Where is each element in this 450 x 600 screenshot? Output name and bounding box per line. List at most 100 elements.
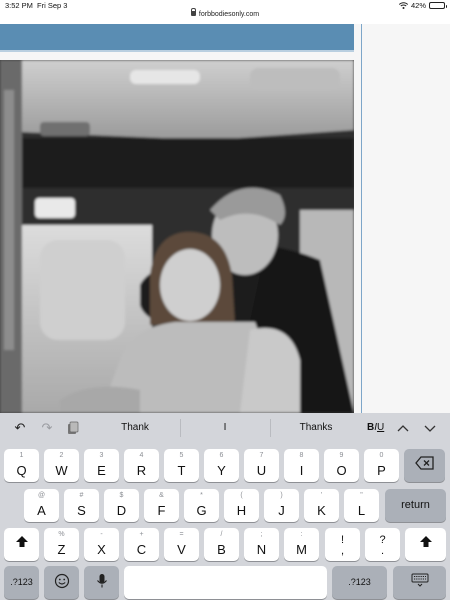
key-alt-label: 7 bbox=[259, 452, 264, 459]
key-alt-label: & bbox=[159, 492, 164, 499]
key-alt-label: ) bbox=[280, 492, 283, 499]
key-l[interactable]: " L bbox=[344, 489, 379, 522]
key-label: E bbox=[97, 463, 106, 478]
numbers-key-right[interactable]: .?123 bbox=[332, 566, 387, 599]
return-label: return bbox=[401, 499, 430, 511]
dismiss-keyboard-key[interactable] bbox=[393, 566, 446, 599]
key-alt-label: * bbox=[200, 492, 203, 499]
key-label: U bbox=[256, 463, 267, 478]
key-e[interactable]: 3E bbox=[84, 449, 119, 482]
suggestion-3[interactable]: Thanks bbox=[286, 422, 346, 433]
dictation-key[interactable] bbox=[84, 566, 119, 599]
key-label: X bbox=[97, 542, 106, 557]
key-r[interactable]: 4R bbox=[124, 449, 159, 482]
key-alt-label: ' bbox=[320, 492, 323, 499]
key-label: M bbox=[296, 542, 307, 557]
key-alt-label: " bbox=[360, 492, 363, 499]
chevron-up-icon[interactable] bbox=[396, 421, 410, 435]
key-alt-label: % bbox=[58, 531, 65, 538]
space-bar[interactable] bbox=[124, 566, 327, 599]
key-label: I bbox=[299, 463, 304, 478]
format-button[interactable]: BIU bbox=[367, 422, 384, 433]
emoji-icon bbox=[44, 573, 79, 594]
keyboard-dismiss-icon bbox=[393, 573, 446, 592]
redo-icon[interactable]: ↷ bbox=[40, 421, 54, 435]
key-alt-label: + bbox=[139, 531, 144, 538]
key-alt-label: ; bbox=[260, 531, 263, 538]
numbers-label: .?123 bbox=[10, 577, 33, 587]
key-j[interactable]: ) J bbox=[264, 489, 299, 522]
key-alt-label: - bbox=[100, 531, 103, 538]
battery-icon bbox=[429, 2, 447, 9]
key-label: Y bbox=[217, 463, 226, 478]
key-label: T bbox=[177, 463, 186, 478]
suggestion-divider bbox=[270, 419, 271, 437]
key-g[interactable]: * G bbox=[184, 489, 219, 522]
address-bar[interactable]: forbbodiesonly.com bbox=[0, 8, 450, 18]
emoji-key[interactable] bbox=[44, 566, 79, 599]
key-k[interactable]: ' K bbox=[304, 489, 339, 522]
key-f[interactable]: & F bbox=[144, 489, 179, 522]
key-alt-label: 6 bbox=[219, 452, 224, 459]
lock-icon bbox=[190, 8, 196, 16]
key-label: F bbox=[157, 503, 166, 518]
key-c[interactable]: + C bbox=[124, 528, 159, 561]
key-alt-label: ( bbox=[240, 492, 243, 499]
paste-icon[interactable] bbox=[66, 421, 80, 435]
key-u[interactable]: 7U bbox=[244, 449, 279, 482]
key-z[interactable]: % Z bbox=[44, 528, 79, 561]
key-y[interactable]: 6Y bbox=[204, 449, 239, 482]
chevron-down-icon[interactable] bbox=[423, 421, 437, 435]
key-label: O bbox=[336, 463, 347, 478]
key-label: D bbox=[116, 503, 127, 518]
key-alt-label: / bbox=[220, 531, 223, 538]
numbers-label: .?123 bbox=[348, 577, 371, 587]
key-i[interactable]: 8I bbox=[284, 449, 319, 482]
key-q[interactable]: 1Q bbox=[4, 449, 39, 482]
key-label: G bbox=[196, 503, 207, 518]
keyboard-toolbar: ↶ ↷ Thank I Thanks BIU bbox=[0, 413, 450, 442]
key-m[interactable]: :M bbox=[284, 528, 319, 561]
key-alt-label: 0 bbox=[379, 452, 384, 459]
suggestion-2[interactable]: I bbox=[195, 422, 255, 433]
key-x[interactable]: -X bbox=[84, 528, 119, 561]
numbers-key-left[interactable]: .?123 bbox=[4, 566, 39, 599]
key-v[interactable]: = V bbox=[164, 528, 199, 561]
key-alt-label: 3 bbox=[99, 452, 104, 459]
battery-percent: 42% bbox=[410, 1, 426, 10]
key-d[interactable]: $ D bbox=[104, 489, 139, 522]
delete-key[interactable] bbox=[404, 449, 445, 482]
key-o[interactable]: 9O bbox=[324, 449, 359, 482]
key-bottom-label: , bbox=[340, 545, 345, 557]
key-t[interactable]: 5T bbox=[164, 449, 199, 482]
key-alt-label: 9 bbox=[339, 452, 344, 459]
key-label: Z bbox=[57, 542, 66, 557]
question-period-key[interactable]: ? . bbox=[365, 528, 400, 561]
undo-icon[interactable]: ↶ bbox=[13, 421, 27, 435]
key-a[interactable]: @ A bbox=[24, 489, 59, 522]
photo[interactable] bbox=[0, 60, 354, 413]
key-n[interactable]: ; N bbox=[244, 528, 279, 561]
status-time: 3:52 PM bbox=[5, 1, 33, 10]
key-label: K bbox=[317, 503, 326, 518]
return-key[interactable]: return bbox=[385, 489, 446, 522]
wifi-icon bbox=[398, 2, 408, 9]
key-label: A bbox=[37, 503, 46, 518]
key-alt-label: 4 bbox=[139, 452, 144, 459]
exclamation-comma-key[interactable]: ! , bbox=[325, 528, 360, 561]
microphone-icon bbox=[84, 573, 119, 594]
url-text: forbbodiesonly.com bbox=[198, 11, 260, 18]
key-w[interactable]: 2W bbox=[44, 449, 79, 482]
key-alt-label: 1 bbox=[19, 452, 24, 459]
shift-key-right[interactable] bbox=[405, 528, 446, 561]
key-p[interactable]: 0P bbox=[364, 449, 399, 482]
shift-key-left[interactable] bbox=[4, 528, 39, 561]
key-b[interactable]: / B bbox=[204, 528, 239, 561]
shift-icon bbox=[405, 535, 446, 554]
web-content[interactable] bbox=[0, 24, 450, 413]
key-alt-label: $ bbox=[119, 492, 124, 499]
key-alt-label: 5 bbox=[179, 452, 184, 459]
key-s[interactable]: # S bbox=[64, 489, 99, 522]
key-h[interactable]: (H bbox=[224, 489, 259, 522]
suggestion-1[interactable]: Thank bbox=[105, 422, 165, 433]
